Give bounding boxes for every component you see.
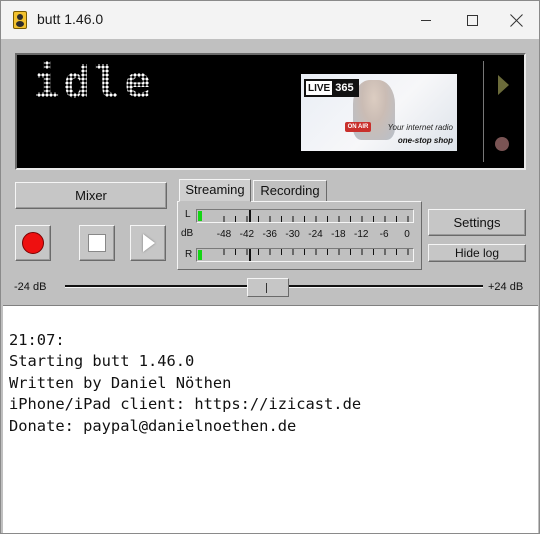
settings-button[interactable]: Settings xyxy=(428,209,526,236)
log-line: Starting butt 1.46.0 xyxy=(9,352,195,371)
tab-streaming[interactable]: Streaming xyxy=(179,179,251,202)
gain-min-label: -24 dB xyxy=(14,281,47,293)
on-air-badge: ON AIR xyxy=(345,122,371,132)
ad-tagline-2: one-stop shop xyxy=(397,136,453,145)
stop-icon xyxy=(88,234,106,252)
db-scale-tick-label: 0 xyxy=(404,229,410,240)
lcd-display: idle LIVE 365 ON AIR Your internet radio… xyxy=(15,53,526,170)
ad-tagline-1: Your internet radio xyxy=(387,123,453,132)
log-line: 21:07: xyxy=(9,331,65,349)
db-scale-tick-label: -12 xyxy=(354,229,369,240)
vu-meter: L dB R -48 -42 -36 -30 -24 -18 -12 -6 0 xyxy=(177,201,422,270)
meter-left-label: L xyxy=(185,209,191,220)
meter-left-bar xyxy=(196,209,414,223)
hide-log-button[interactable]: Hide log xyxy=(428,244,526,262)
lcd-record-indicator-icon[interactable] xyxy=(495,137,509,151)
logo-live-text: LIVE xyxy=(308,83,331,94)
minimize-icon xyxy=(421,19,431,21)
play-button[interactable] xyxy=(130,225,166,261)
log-line: Donate: paypal@danielnoethen.de xyxy=(9,416,297,435)
log-line: iPhone/iPad client: https://izicast.de xyxy=(9,395,362,414)
lcd-play-icon[interactable] xyxy=(498,75,509,95)
db-scale: -48 -42 -36 -30 -24 -18 -12 -6 0 xyxy=(214,229,414,243)
db-scale-tick-label: -24 xyxy=(308,229,323,240)
ad-banner[interactable]: LIVE 365 ON AIR Your internet radio one-… xyxy=(301,74,457,151)
log-line: Written by Daniel Nöthen xyxy=(9,373,232,392)
logo-number-text: 365 xyxy=(332,81,357,95)
db-scale-tick-label: -30 xyxy=(285,229,300,240)
gain-slider-thumb[interactable] xyxy=(247,278,289,297)
lcd-divider xyxy=(483,61,484,162)
log-panel[interactable]: 21:07: Starting butt 1.46.0 Written by Dan… xyxy=(3,305,538,533)
speaker-icon xyxy=(13,11,27,29)
meter-left-ticks xyxy=(223,216,409,222)
close-icon xyxy=(510,14,523,27)
close-button[interactable] xyxy=(493,1,539,39)
maximize-icon xyxy=(466,14,478,26)
db-scale-tick-label: -42 xyxy=(239,229,255,240)
app-window: butt 1.46.0 idle LIVE 365 ON AIR Your in… xyxy=(0,0,540,534)
stop-button[interactable] xyxy=(79,225,115,261)
meter-right-bar xyxy=(196,248,414,262)
record-icon xyxy=(22,232,44,254)
play-icon xyxy=(143,234,155,252)
status-text: idle xyxy=(33,57,155,108)
db-scale-tick-label: -48 xyxy=(216,229,232,240)
minimize-button[interactable] xyxy=(403,1,449,39)
db-scale-tick-label: -18 xyxy=(331,229,346,240)
window-title: butt 1.46.0 xyxy=(37,11,104,27)
gain-max-label: +24 dB xyxy=(488,281,524,293)
live365-logo: LIVE 365 xyxy=(304,79,359,97)
meter-db-label: dB xyxy=(181,228,194,239)
meter-right-label: R xyxy=(185,249,193,260)
tab-recording[interactable]: Recording xyxy=(253,180,327,202)
mixer-button[interactable]: Mixer xyxy=(15,182,167,209)
record-button[interactable] xyxy=(15,225,51,261)
meter-right-ticks xyxy=(223,249,409,255)
maximize-button[interactable] xyxy=(449,1,495,39)
db-scale-tick-label: -36 xyxy=(262,229,277,240)
title-bar[interactable]: butt 1.46.0 xyxy=(1,1,539,39)
db-scale-tick-label: -6 xyxy=(379,229,389,240)
